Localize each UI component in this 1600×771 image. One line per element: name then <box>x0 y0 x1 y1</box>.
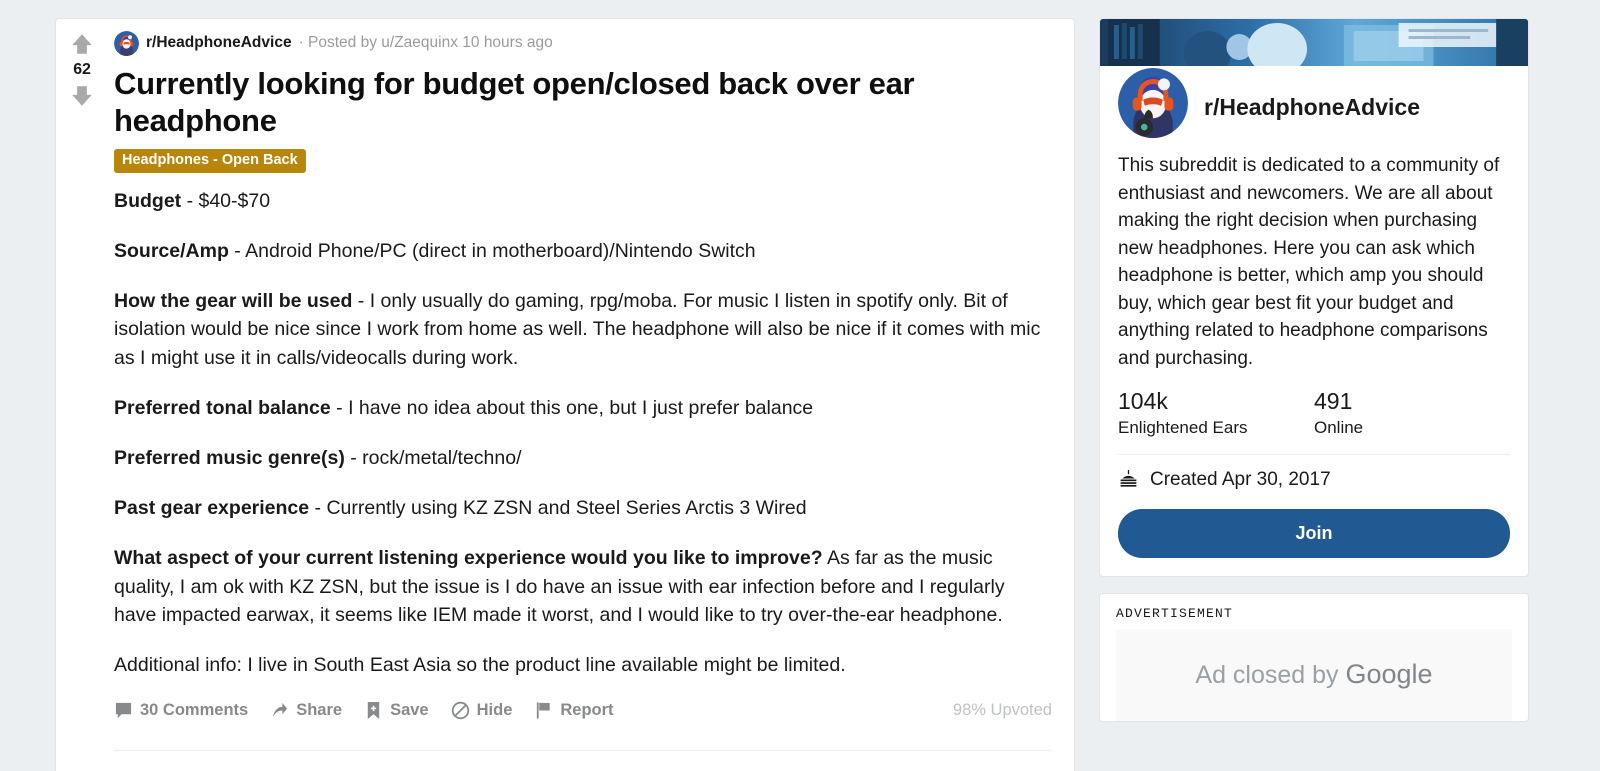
paragraph-label: What aspect of your current listening ex… <box>114 546 823 569</box>
ad-closed-brand: Google <box>1345 659 1433 690</box>
post-paragraph: Additional info: I live in South East As… <box>114 651 1052 680</box>
comments-button[interactable]: 30 Comments <box>114 701 248 720</box>
paragraph-label: Past gear experience <box>114 496 310 519</box>
members-count: 104k <box>1118 388 1168 415</box>
post-card: 62 r/HeadphoneAdvice · Posted by u/Zaequ… <box>55 18 1075 771</box>
online-label: Online <box>1314 417 1364 437</box>
post-actions-bar: 30 Comments Share Save Hide Report 98% U… <box>114 701 1052 720</box>
paragraph-label: Preferred tonal balance <box>114 397 331 420</box>
members-label: Enlightened Ears <box>1118 417 1248 437</box>
hide-button[interactable]: Hide <box>451 701 513 720</box>
online-count: 491 <box>1314 388 1353 415</box>
community-created-row: Created Apr 30, 2017 <box>1118 469 1510 491</box>
post-paragraph: Source/Amp - Android Phone/PC (direct in… <box>114 237 1052 266</box>
reddit-post-page: 62 r/HeadphoneAdvice · Posted by u/Zaequ… <box>0 0 1600 771</box>
paragraph-label: Preferred music genre(s) <box>114 446 345 469</box>
paragraph-text: - I have no idea about this one, but I j… <box>330 397 814 420</box>
ad-closed-prefix: Ad closed by <box>1195 661 1346 690</box>
paragraph-text: - Android Phone/PC (direct in motherboar… <box>228 239 756 262</box>
vote-score: 62 <box>73 61 91 78</box>
post-paragraph: Past gear experience - Currently using K… <box>114 494 1052 523</box>
comment-icon <box>115 703 132 719</box>
post-paragraph: Preferred tonal balance - I have no idea… <box>114 394 1052 423</box>
post-paragraph: What aspect of your current listening ex… <box>114 544 1052 631</box>
paragraph-label: Budget <box>114 189 182 212</box>
community-info-inner: r/HeadphoneAdvice This subreddit is dedi… <box>1100 66 1528 576</box>
downvote-arrow-icon[interactable] <box>69 83 95 109</box>
community-name[interactable]: r/HeadphoneAdvice <box>1204 94 1420 121</box>
post-paragraph: Preferred music genre(s) - rock/metal/te… <box>114 444 1052 473</box>
post-subreddit-link[interactable]: r/HeadphoneAdvice <box>146 34 292 53</box>
paragraph-label: Source/Amp <box>114 239 229 262</box>
post-bottom-divider <box>114 750 1052 752</box>
hide-label: Hide <box>476 701 513 720</box>
report-flag-icon <box>537 702 551 719</box>
report-button[interactable]: Report <box>534 701 614 720</box>
share-label: Share <box>296 701 343 720</box>
post-text-content: Budget - $40-$70 Source/Amp - Android Ph… <box>114 187 1052 680</box>
community-stats: 104k Enlightened Ears 491 Online <box>1118 388 1510 438</box>
community-header: r/HeadphoneAdvice <box>1118 66 1510 138</box>
advertisement-card: ADVERTISEMENT Ad closed by Google <box>1099 592 1529 722</box>
save-button[interactable]: Save <box>364 701 429 720</box>
paragraph-text: - Currently using KZ ZSN and Steel Serie… <box>309 496 807 519</box>
paragraph-text: - rock/metal/techno/ <box>344 446 522 469</box>
hide-icon <box>451 701 469 720</box>
online-stat: 491 Online <box>1314 388 1510 438</box>
community-divider <box>1118 453 1510 455</box>
save-label: Save <box>390 701 429 720</box>
community-description: This subreddit is dedicated to a communi… <box>1118 155 1500 369</box>
post-paragraph: How the gear will be used - I only usual… <box>114 287 1052 374</box>
community-avatar-icon <box>1118 68 1188 138</box>
save-bookmark-icon <box>367 702 380 720</box>
paragraph-label: How the gear will be used <box>114 289 353 312</box>
sidebar: r/HeadphoneAdvice This subreddit is dedi… <box>1099 18 1529 771</box>
cake-icon <box>1120 470 1137 488</box>
advertisement-label: ADVERTISEMENT <box>1116 605 1234 621</box>
post-paragraph: Budget - $40-$70 <box>114 187 1052 216</box>
paragraph-text: - $40-$70 <box>181 189 271 212</box>
share-icon <box>273 703 288 718</box>
share-button[interactable]: Share <box>270 701 342 720</box>
post-meta: r/HeadphoneAdvice · Posted by u/Zaequinx… <box>114 31 1052 56</box>
ad-closed-box: Ad closed by Google <box>1116 628 1512 721</box>
members-stat: 104k Enlightened Ears <box>1118 388 1314 438</box>
post-body: r/HeadphoneAdvice · Posted by u/Zaequinx… <box>108 19 1074 771</box>
subreddit-avatar-icon <box>114 31 139 56</box>
post-author-timestamp: · Posted by u/Zaequinx 10 hours ago <box>298 34 553 52</box>
post-title[interactable]: Currently looking for budget open/closed… <box>114 66 1052 139</box>
community-banner-image <box>1100 19 1528 66</box>
join-button[interactable]: Join <box>1118 508 1510 558</box>
upvoted-percentage: 98% Upvoted <box>952 701 1052 720</box>
post-flair-badge[interactable]: Headphones - Open Back <box>114 149 306 173</box>
upvote-arrow-icon[interactable] <box>69 31 95 57</box>
report-label: Report <box>560 701 614 720</box>
comments-label: 30 Comments <box>140 701 249 720</box>
community-info-card: r/HeadphoneAdvice This subreddit is dedi… <box>1099 18 1529 577</box>
vote-column: 62 <box>56 19 108 771</box>
ad-closed-text: Ad closed by Google <box>1195 659 1432 690</box>
paragraph-text: Additional info: I live in South East As… <box>114 654 846 677</box>
created-date: Created Apr 30, 2017 <box>1150 468 1331 490</box>
